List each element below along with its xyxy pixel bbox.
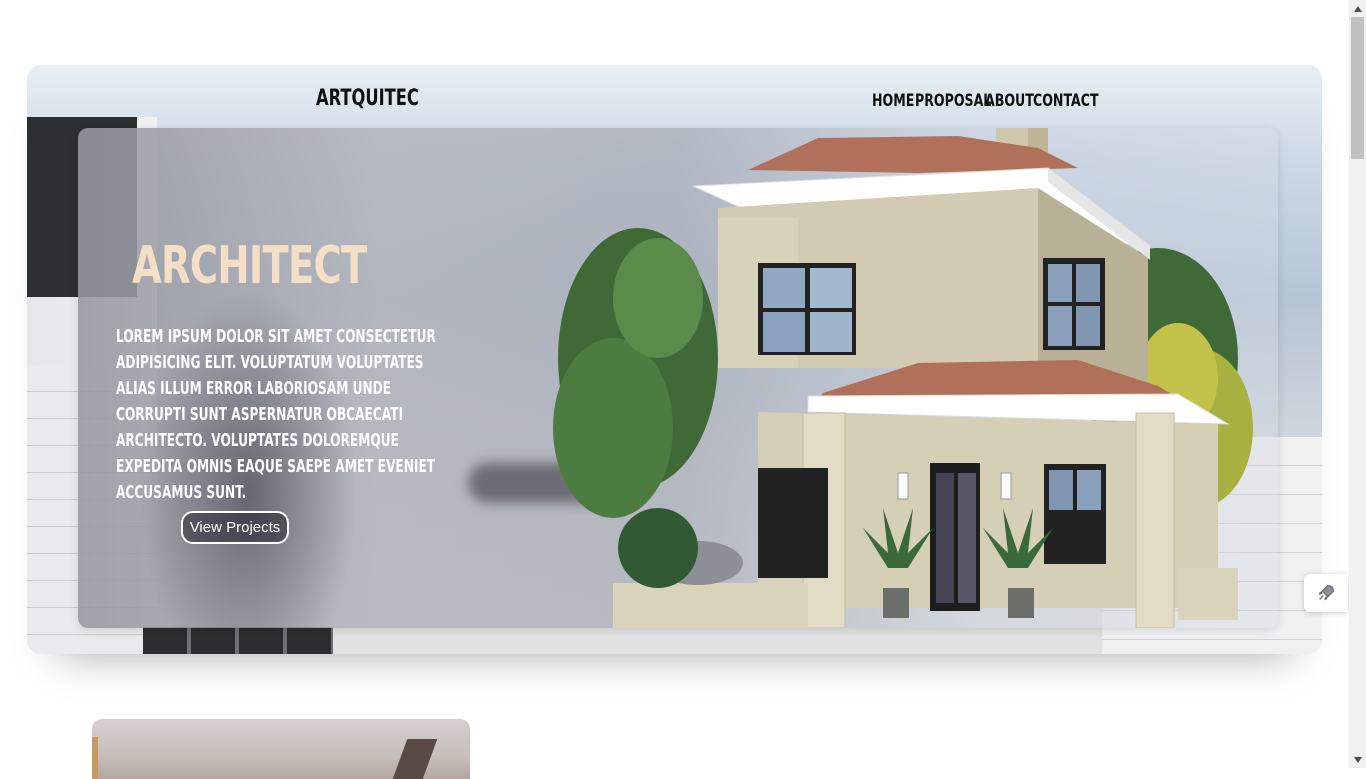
- scroll-up-arrow-icon: [1353, 5, 1362, 12]
- vertical-scrollbar[interactable]: [1349, 0, 1366, 768]
- nav-contact[interactable]: CONTACT: [1033, 91, 1099, 111]
- hero-headline: ARCHITECT: [132, 236, 367, 296]
- rocket-icon: [1318, 584, 1335, 601]
- nav-home[interactable]: HOME: [872, 91, 914, 111]
- project-card-preview: [92, 719, 470, 779]
- project-card-detail: [92, 737, 98, 779]
- background-windows: [143, 627, 333, 654]
- scroll-down-button[interactable]: [1349, 751, 1366, 768]
- scroll-down-arrow-icon: [1353, 756, 1362, 763]
- scroll-up-button[interactable]: [1349, 0, 1366, 17]
- nav-about[interactable]: ABOUT: [985, 91, 1034, 111]
- hero-description: LOREM IPSUM DOLOR SIT AMET CONSECTETUR A…: [116, 327, 436, 503]
- rocket-widget-button[interactable]: [1304, 574, 1348, 612]
- view-projects-button[interactable]: View Projects: [181, 511, 289, 544]
- scrollbar-thumb[interactable]: [1351, 17, 1364, 159]
- project-card-detail-dark: [392, 739, 438, 779]
- site-logo[interactable]: ARTQUITEC: [316, 86, 419, 111]
- nav-proposal[interactable]: PROPOSAL: [915, 91, 991, 111]
- house-image: [553, 128, 1253, 628]
